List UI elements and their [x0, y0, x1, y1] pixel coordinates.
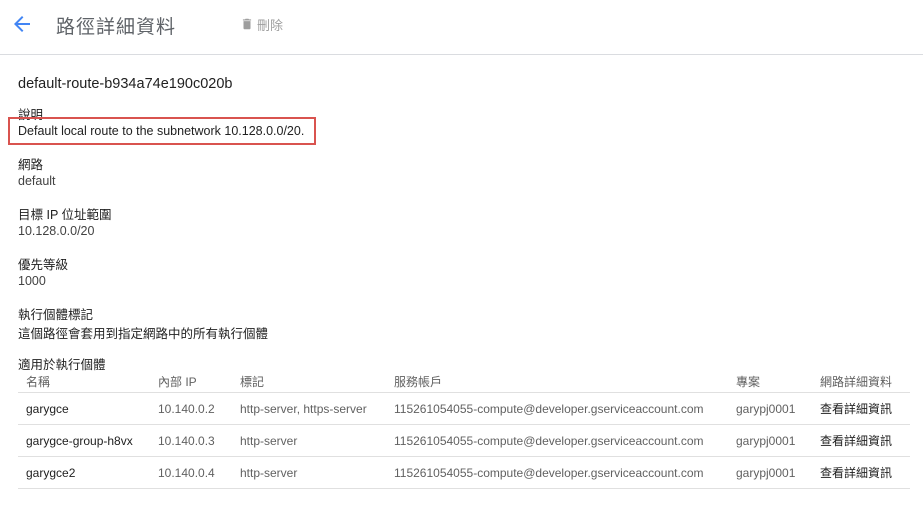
table-row: garygce 10.140.0.2 http-server, https-se…	[18, 392, 910, 425]
instances-table: 名稱 內部 IP 標記 服務帳戶 專案 網路詳細資料 garygce 10.14…	[18, 371, 910, 489]
col-network-details-header[interactable]: 網路詳細資料	[812, 371, 910, 393]
back-button[interactable]	[10, 12, 34, 36]
instance-tags: http-server	[232, 456, 386, 489]
service-account: 115261054055-compute@developer.gservicea…	[386, 392, 728, 425]
arrow-left-icon	[14, 16, 30, 32]
top-header: 路徑詳細資料 刪除	[0, 0, 923, 55]
trash-icon	[242, 18, 252, 30]
instance-tags-value: 這個路徑會套用到指定網路中的所有執行個體	[18, 327, 269, 341]
instance-name: garygce2	[18, 456, 150, 489]
route-name: default-route-b934a74e190c020b	[18, 76, 233, 92]
view-details-link[interactable]: 查看詳細資訊	[812, 392, 910, 425]
service-account: 115261054055-compute@developer.gservicea…	[386, 456, 728, 489]
delete-button[interactable]: 刪除	[240, 14, 283, 34]
instance-ip: 10.140.0.2	[150, 392, 232, 425]
view-details-link[interactable]: 查看詳細資訊	[812, 424, 910, 457]
instance-ip: 10.140.0.4	[150, 456, 232, 489]
priority-label: 優先等級	[18, 258, 69, 272]
description-value: Default local route to the subnetwork 10…	[18, 124, 305, 138]
dest-range-label: 目標 IP 位址範圍	[18, 208, 112, 222]
instance-ip: 10.140.0.3	[150, 424, 232, 457]
table-header-row: 名稱 內部 IP 標記 服務帳戶 專案 網路詳細資料	[18, 371, 910, 393]
priority-value: 1000	[18, 274, 46, 288]
col-ip-header[interactable]: 內部 IP	[150, 371, 232, 393]
instance-tags: http-server, https-server	[232, 392, 386, 425]
table-row: garygce-group-h8vx 10.140.0.3 http-serve…	[18, 424, 910, 457]
view-details-link[interactable]: 查看詳細資訊	[812, 456, 910, 489]
col-project-header[interactable]: 專案	[728, 371, 812, 393]
network-value: default	[18, 174, 56, 188]
instance-tags-label: 執行個體標記	[18, 308, 94, 322]
service-account: 115261054055-compute@developer.gservicea…	[386, 424, 728, 457]
network-label: 網路	[18, 158, 44, 172]
table-row: garygce2 10.140.0.4 http-server 11526105…	[18, 456, 910, 489]
project: garypj0001	[728, 424, 812, 457]
col-name-header[interactable]: 名稱	[18, 371, 150, 393]
col-tags-header[interactable]: 標記	[232, 371, 386, 393]
col-account-header[interactable]: 服務帳戶	[386, 371, 728, 393]
instance-name: garygce-group-h8vx	[18, 424, 150, 457]
instance-name: garygce	[18, 392, 150, 425]
project: garypj0001	[728, 392, 812, 425]
project: garypj0001	[728, 456, 812, 489]
page-title: 路徑詳細資料	[56, 17, 177, 38]
instance-tags: http-server	[232, 424, 386, 457]
delete-label: 刪除	[257, 17, 284, 33]
dest-range-value: 10.128.0.0/20	[18, 224, 95, 238]
